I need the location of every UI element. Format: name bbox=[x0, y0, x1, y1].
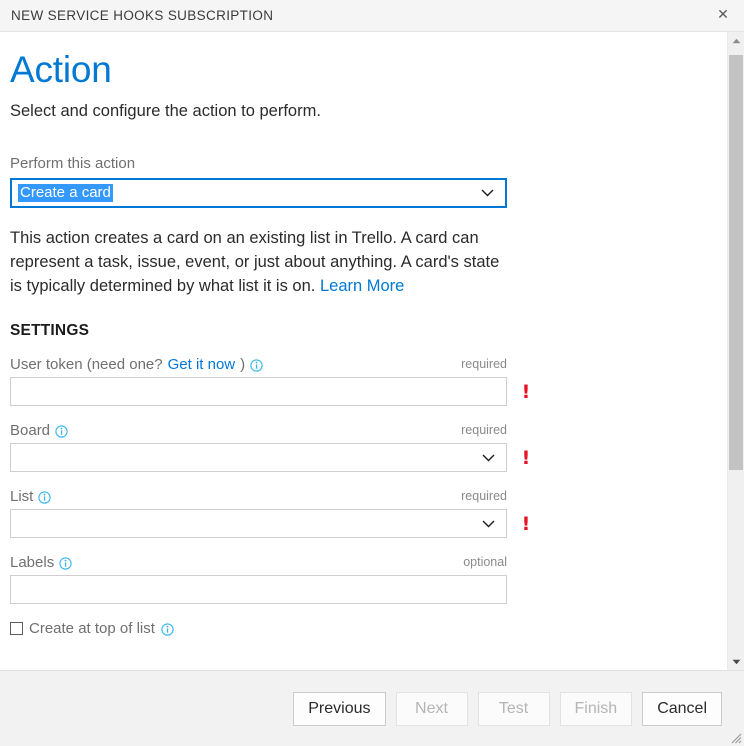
next-button: Next bbox=[395, 691, 468, 726]
field-list-label-text: List bbox=[10, 487, 34, 505]
field-user-token-control: ! bbox=[10, 377, 530, 406]
info-icon[interactable] bbox=[250, 358, 263, 372]
field-user-token-requirement: required bbox=[461, 357, 507, 371]
field-board-label-text: Board bbox=[10, 421, 51, 439]
field-list-header: List required bbox=[10, 486, 507, 506]
vertical-scrollbar[interactable] bbox=[727, 32, 744, 670]
create-at-top-of-list-label: Create at top of list bbox=[29, 620, 155, 637]
learn-more-link[interactable]: Learn More bbox=[320, 277, 404, 295]
field-user-token-error-icon: ! bbox=[521, 381, 531, 403]
field-user-token-label-prefix: User token (need one? bbox=[10, 355, 163, 373]
scroll-up-arrow-icon[interactable] bbox=[728, 32, 744, 49]
board-dropdown[interactable] bbox=[10, 443, 507, 472]
create-at-top-of-list-row[interactable]: Create at top of list bbox=[10, 620, 712, 637]
scroll-content: Action Select and configure the action t… bbox=[0, 32, 712, 670]
perform-this-action-select[interactable]: Create a card bbox=[10, 178, 507, 208]
settings-heading: SETTINGS bbox=[10, 322, 90, 339]
new-service-hooks-subscription-dialog: NEW SERVICE HOOKS SUBSCRIPTION ✕ Action … bbox=[0, 0, 744, 746]
field-labels-label-text: Labels bbox=[10, 553, 55, 571]
dialog-title: NEW SERVICE HOOKS SUBSCRIPTION bbox=[11, 8, 274, 23]
user-token-input[interactable] bbox=[10, 377, 507, 406]
field-user-token-header: User token (need one? Get it now) requir… bbox=[10, 354, 507, 374]
info-icon[interactable] bbox=[38, 490, 51, 504]
cancel-button[interactable]: Cancel bbox=[642, 691, 722, 726]
field-board-requirement: required bbox=[461, 423, 507, 437]
get-it-now-link[interactable]: Get it now bbox=[168, 356, 236, 373]
field-user-token-label-suffix: ) bbox=[240, 355, 246, 373]
dialog-titlebar: NEW SERVICE HOOKS SUBSCRIPTION ✕ bbox=[0, 0, 744, 32]
field-labels-control bbox=[10, 575, 507, 604]
perform-this-action-value: Create a card bbox=[18, 184, 113, 202]
field-labels-requirement: optional bbox=[463, 555, 507, 569]
chevron-down-icon bbox=[482, 454, 495, 461]
create-at-top-of-list-checkbox[interactable] bbox=[10, 622, 23, 635]
test-button: Test bbox=[477, 691, 550, 726]
labels-input[interactable] bbox=[10, 575, 507, 604]
dialog-footer: Previous Next Test Finish Cancel bbox=[0, 670, 744, 746]
field-list-requirement: required bbox=[461, 489, 507, 503]
field-list: List required ! bbox=[10, 486, 530, 538]
info-icon[interactable] bbox=[55, 424, 68, 438]
page-subtitle: Select and configure the action to perfo… bbox=[10, 102, 321, 120]
finish-button: Finish bbox=[559, 691, 633, 726]
page-title: Action bbox=[10, 49, 112, 90]
resize-grip-icon[interactable] bbox=[728, 730, 742, 744]
previous-button[interactable]: Previous bbox=[293, 691, 386, 726]
field-labels: Labels optional bbox=[10, 552, 507, 604]
field-board-error-icon: ! bbox=[521, 447, 531, 469]
action-description-text: This action creates a card on an existin… bbox=[10, 229, 500, 295]
field-labels-label: Labels bbox=[10, 554, 72, 571]
field-list-label: List bbox=[10, 488, 51, 505]
scrollbar-thumb[interactable] bbox=[729, 55, 743, 470]
perform-this-action-row: Create a card bbox=[10, 178, 712, 208]
field-board: Board required ! bbox=[10, 420, 530, 472]
field-board-header: Board required bbox=[10, 420, 507, 440]
field-labels-header: Labels optional bbox=[10, 552, 507, 572]
field-board-control: ! bbox=[10, 443, 530, 472]
field-user-token: User token (need one? Get it now) requir… bbox=[10, 354, 530, 406]
field-board-label: Board bbox=[10, 422, 68, 439]
info-icon[interactable] bbox=[161, 623, 174, 636]
close-icon[interactable]: ✕ bbox=[702, 0, 744, 30]
list-dropdown[interactable] bbox=[10, 509, 507, 538]
perform-this-action-label: Perform this action bbox=[10, 155, 136, 172]
field-list-control: ! bbox=[10, 509, 530, 538]
chevron-down-icon bbox=[482, 520, 495, 527]
scroll-down-arrow-icon[interactable] bbox=[728, 653, 744, 670]
chevron-down-icon bbox=[481, 189, 494, 197]
info-icon[interactable] bbox=[59, 556, 72, 570]
field-list-error-icon: ! bbox=[521, 513, 531, 535]
dialog-body: Action Select and configure the action t… bbox=[0, 32, 744, 670]
action-description: This action creates a card on an existin… bbox=[10, 208, 510, 298]
field-user-token-label: User token (need one? Get it now) bbox=[10, 356, 263, 373]
